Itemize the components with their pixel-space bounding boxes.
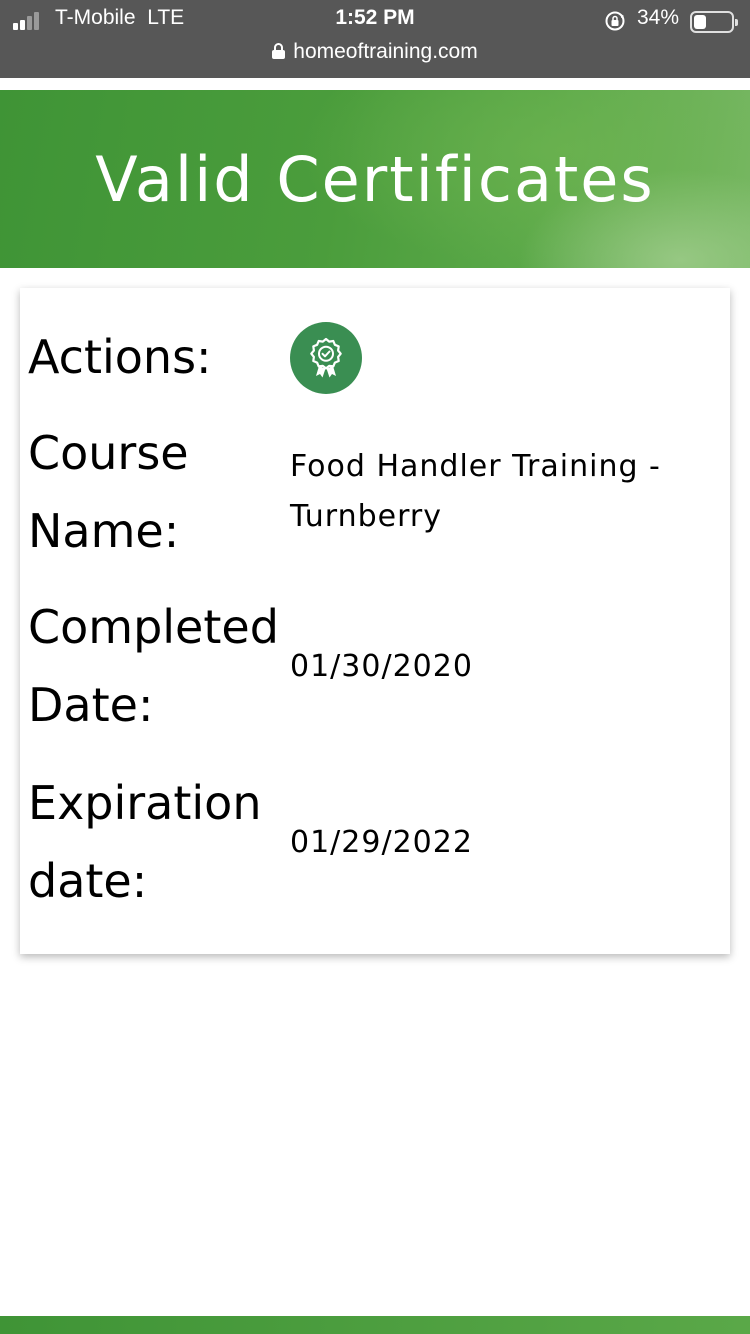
expiration-date-label-line2: date: [28,854,148,908]
status-bar: T-Mobile LTE 1:52 PM 34% homeoftraining.… [0,0,750,78]
expiration-date-value: 01/29/2022 [290,825,473,860]
page-title: Valid Certificates [95,142,655,216]
course-name-line1: Food Handler Training - [290,449,661,484]
page-header: Valid Certificates [0,90,750,268]
battery-fill [694,15,706,29]
url-text: homeoftraining.com [293,40,478,63]
completed-date-label-line2: Date: [28,678,154,732]
course-name-label: Course Name: [28,414,288,570]
completed-date-label: Completed Date: [28,588,288,744]
padlock-icon [272,43,286,59]
completed-date-value: 01/30/2020 [290,649,473,684]
footer-bar [0,1316,750,1334]
battery-icon [690,11,738,33]
certificate-card: Actions: Course Name: Food Handler Train… [20,288,730,954]
address-bar[interactable]: homeoftraining.com [0,40,750,70]
course-name-label-line2: Name: [28,504,180,558]
battery-percent: 34% [637,6,680,29]
course-name-line2: Turnberry [290,499,442,534]
completed-date-label-line1: Completed [28,600,279,654]
course-name-label-line1: Course [28,426,189,480]
expiration-date-label: Expiration date: [28,764,288,920]
actions-label: Actions: [28,330,212,384]
expiration-date-label-line1: Expiration [28,776,262,830]
status-row: T-Mobile LTE 1:52 PM 34% [0,4,750,38]
rotation-lock-icon [605,11,625,31]
course-name-value: Food Handler Training - Turnberry [290,442,710,542]
certificate-badge-icon [310,337,342,378]
view-certificate-button[interactable] [290,322,362,394]
